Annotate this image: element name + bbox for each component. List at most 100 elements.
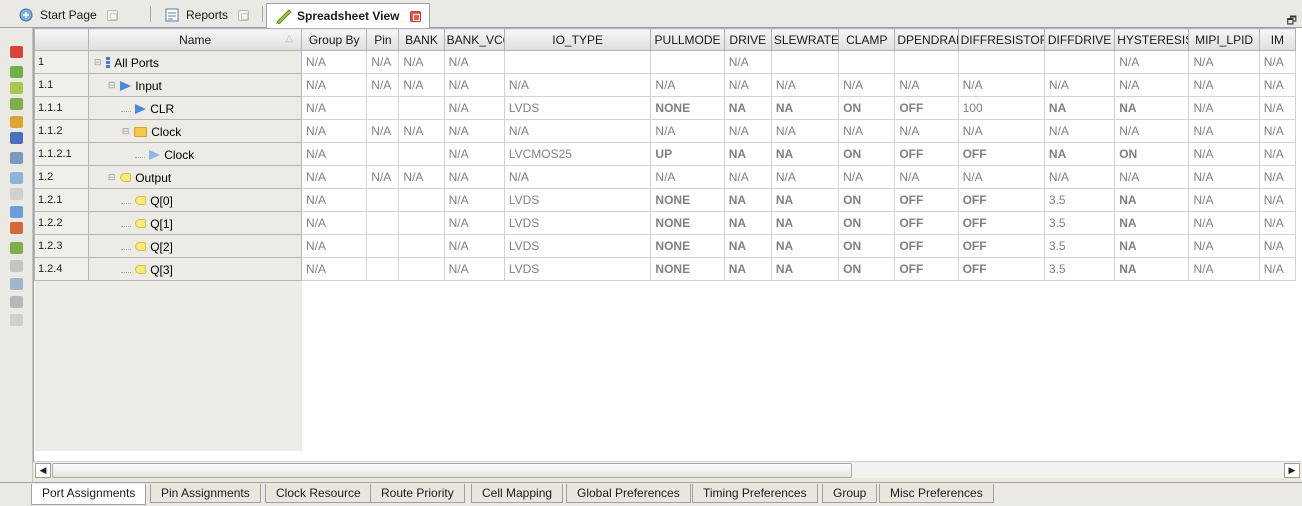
row-number[interactable]: 1.2.4: [34, 257, 90, 281]
corner-header[interactable]: [34, 28, 90, 51]
cell-pin[interactable]: [366, 257, 400, 281]
cell-clamp[interactable]: N/A: [838, 119, 896, 143]
cell-bank-vcc[interactable]: N/A: [443, 188, 505, 212]
cell-bank[interactable]: N/A: [398, 73, 445, 97]
cell-im[interactable]: N/A: [1258, 165, 1297, 189]
cell-group-by[interactable]: N/A: [301, 234, 368, 258]
name-cell[interactable]: Q[1]: [88, 211, 303, 235]
cell-diffresistor[interactable]: OFF: [957, 234, 1045, 258]
sheet-tab-cell-mapping[interactable]: Cell Mapping: [471, 484, 564, 503]
table-row[interactable]: 1.1 ⊟ Input N/A N/A N/A N/A N/A N/A N/A N/A N/A N/A N…: [34, 73, 1297, 97]
column-header-slewrate[interactable]: SLEWRATE: [770, 28, 840, 51]
cell-slewrate[interactable]: N/A: [770, 165, 840, 189]
table-row[interactable]: 1.2.3 Q[2] N/A N/A LVDS NONE NA NA ON OFF OFF 3.5 NA…: [34, 234, 1297, 258]
cell-im[interactable]: N/A: [1258, 188, 1297, 212]
cell-io-type[interactable]: LVDS: [503, 257, 652, 281]
column-header-opendrain[interactable]: DPENDRAIN: [894, 28, 959, 51]
cell-clamp[interactable]: ON: [838, 211, 896, 235]
table-row[interactable]: 1.1.2.1 Clock N/A N/A LVCMOS25 UP NA NA ON OFF OFF…: [34, 142, 1297, 166]
cell-diffresistor[interactable]: 100: [957, 96, 1045, 120]
cell-slewrate[interactable]: N/A: [770, 119, 840, 143]
cell-group-by[interactable]: N/A: [301, 142, 368, 166]
cell-diffresistor[interactable]: OFF: [957, 188, 1045, 212]
tool-icon-9[interactable]: [10, 188, 23, 200]
close-icon[interactable]: [106, 9, 118, 21]
cell-io-type[interactable]: N/A: [503, 165, 652, 189]
cell-hysteresis[interactable]: N/A: [1114, 73, 1190, 97]
sheet-tab-port-assignments[interactable]: Port Assignments: [31, 484, 147, 505]
cell-mipi-lpid[interactable]: N/A: [1188, 142, 1260, 166]
name-cell[interactable]: ⊟ All Ports: [88, 50, 303, 74]
name-cell[interactable]: Q[2]: [88, 234, 303, 258]
tab-reports[interactable]: Reports: [156, 3, 257, 27]
column-header-im[interactable]: IM: [1258, 28, 1297, 51]
cell-im[interactable]: N/A: [1258, 211, 1297, 235]
row-number[interactable]: 1.2.3: [34, 234, 90, 258]
cell-im[interactable]: N/A: [1258, 119, 1297, 143]
cell-pin[interactable]: [366, 234, 400, 258]
cell-pullmode[interactable]: N/A: [650, 119, 725, 143]
cell-diffdrive[interactable]: N/A: [1043, 73, 1116, 97]
cell-io-type[interactable]: LVDS: [503, 211, 652, 235]
cell-hysteresis[interactable]: N/A: [1114, 119, 1190, 143]
cell-drive[interactable]: N/A: [723, 50, 772, 74]
cell-clamp[interactable]: N/A: [838, 165, 896, 189]
column-header-name[interactable]: Name △: [88, 28, 303, 51]
cell-diffdrive[interactable]: 3.5: [1043, 257, 1116, 281]
sheet-tab-misc-preferences[interactable]: Misc Preferences: [879, 484, 994, 503]
column-header-group-by[interactable]: Group By: [301, 28, 368, 51]
cell-bank[interactable]: [398, 188, 445, 212]
cell-hysteresis[interactable]: N/A: [1114, 50, 1190, 74]
cell-bank-vcc[interactable]: N/A: [443, 165, 505, 189]
cell-mipi-lpid[interactable]: N/A: [1188, 73, 1260, 97]
cell-opendrain[interactable]: N/A: [894, 73, 959, 97]
cell-io-type[interactable]: N/A: [503, 119, 652, 143]
tab-spreadsheet-view[interactable]: Spreadsheet View: [266, 3, 430, 28]
table-row[interactable]: 1.1.2 ⊟ Clock N/A N/A N/A N/A N/A N/A N/A N/A N/A N/…: [34, 119, 1297, 143]
scroll-right-arrow-icon[interactable]: ▶: [1284, 463, 1300, 478]
cell-bank[interactable]: [398, 96, 445, 120]
cell-opendrain[interactable]: OFF: [894, 188, 959, 212]
cell-pullmode[interactable]: [650, 50, 725, 74]
tab-start-page[interactable]: Start Page: [10, 3, 126, 27]
close-icon[interactable]: [238, 9, 250, 21]
tool-icon-4[interactable]: [10, 98, 23, 110]
cell-bank-vcc[interactable]: N/A: [443, 73, 505, 97]
cell-clamp[interactable]: ON: [838, 257, 896, 281]
row-number[interactable]: 1.2.1: [34, 188, 90, 212]
cell-clamp[interactable]: [838, 50, 896, 74]
cell-pullmode[interactable]: NONE: [650, 234, 725, 258]
column-header-io-type[interactable]: IO_TYPE: [503, 28, 652, 51]
name-cell[interactable]: ⊟ Input: [88, 73, 303, 97]
cell-pin[interactable]: [366, 211, 400, 235]
cell-group-by[interactable]: N/A: [301, 188, 368, 212]
cell-slewrate[interactable]: NA: [770, 142, 840, 166]
cell-diffresistor[interactable]: OFF: [957, 142, 1045, 166]
cell-clamp[interactable]: ON: [838, 188, 896, 212]
cell-group-by[interactable]: N/A: [301, 96, 368, 120]
cell-mipi-lpid[interactable]: N/A: [1188, 96, 1260, 120]
cell-group-by[interactable]: N/A: [301, 119, 368, 143]
cell-io-type[interactable]: N/A: [503, 73, 652, 97]
cell-diffdrive[interactable]: NA: [1043, 96, 1116, 120]
cell-drive[interactable]: NA: [723, 257, 772, 281]
name-cell[interactable]: Clock: [88, 142, 303, 166]
cell-bank-vcc[interactable]: N/A: [443, 211, 505, 235]
table-row[interactable]: 1.2.1 Q[0] N/A N/A LVDS NONE NA NA ON OFF OFF 3.5 NA…: [34, 188, 1297, 212]
cell-bank[interactable]: N/A: [398, 119, 445, 143]
row-number[interactable]: 1.1: [34, 73, 90, 97]
cell-pullmode[interactable]: N/A: [650, 165, 725, 189]
collapse-icon[interactable]: ⊟: [93, 57, 102, 68]
collapse-icon[interactable]: ⊟: [107, 80, 116, 91]
cell-drive[interactable]: NA: [723, 142, 772, 166]
name-cell[interactable]: Q[0]: [88, 188, 303, 212]
cell-hysteresis[interactable]: ON: [1114, 142, 1190, 166]
cell-pin[interactable]: N/A: [366, 73, 400, 97]
cell-im[interactable]: N/A: [1258, 73, 1297, 97]
cell-slewrate[interactable]: [770, 50, 840, 74]
cell-bank[interactable]: [398, 211, 445, 235]
cell-mipi-lpid[interactable]: N/A: [1188, 188, 1260, 212]
table-row[interactable]: 1.2.2 Q[1] N/A N/A LVDS NONE NA NA ON OFF OFF 3.5 NA…: [34, 211, 1297, 235]
cell-diffresistor[interactable]: N/A: [957, 119, 1045, 143]
cell-hysteresis[interactable]: N/A: [1114, 165, 1190, 189]
